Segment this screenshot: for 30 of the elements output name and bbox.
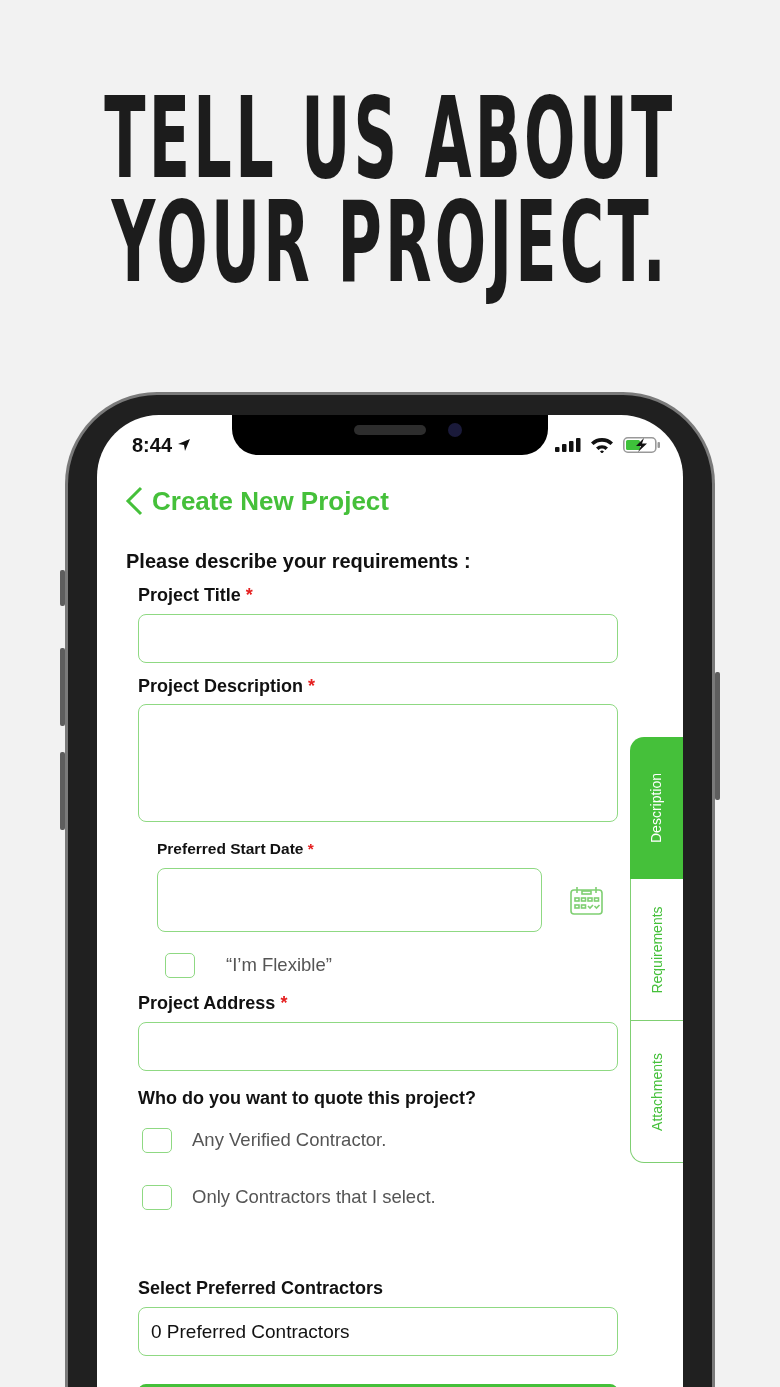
battery-charging-icon: [623, 437, 661, 453]
signal-icon: [555, 438, 581, 452]
field-label: Preferred Start Date *: [157, 839, 315, 859]
wifi-icon: [590, 437, 614, 453]
checkbox-label: Any Verified Contractor.: [192, 1129, 387, 1151]
form-heading: Please describe your requirements :: [126, 549, 472, 574]
headline: YOUR PROJECT.: [111, 180, 669, 304]
question-label: Who do you want to quote this project?: [138, 1087, 477, 1110]
side-tab[interactable]: Description: [630, 737, 683, 879]
checkbox-label: Only Contractors that I select.: [192, 1186, 436, 1208]
page-title: Create New Project: [152, 485, 389, 517]
text-area[interactable]: [138, 704, 618, 822]
field-label: Project Description *: [138, 675, 317, 698]
back-icon[interactable]: [125, 486, 143, 516]
status-time: 8:44: [132, 433, 173, 457]
field-label: Project Title *: [138, 584, 254, 607]
checkbox[interactable]: [142, 1127, 172, 1153]
date-field[interactable]: [157, 868, 542, 932]
field-label: Select Preferred Contractors: [138, 1277, 385, 1300]
side-tab[interactable]: Attachments: [630, 1021, 683, 1163]
input-field[interactable]: [138, 1022, 618, 1071]
calendar-icon[interactable]: [570, 885, 603, 915]
contractor-select-field[interactable]: 0 Preferred Contractors: [138, 1307, 618, 1356]
field-label: Project Address *: [138, 992, 289, 1015]
checkbox[interactable]: [165, 952, 195, 978]
location-arrow-icon: [177, 438, 192, 452]
side-tab[interactable]: Requirements: [630, 879, 683, 1021]
input-field[interactable]: [138, 614, 618, 663]
checkbox-label: “I’m Flexible”: [226, 954, 332, 976]
checkbox[interactable]: [142, 1184, 172, 1210]
